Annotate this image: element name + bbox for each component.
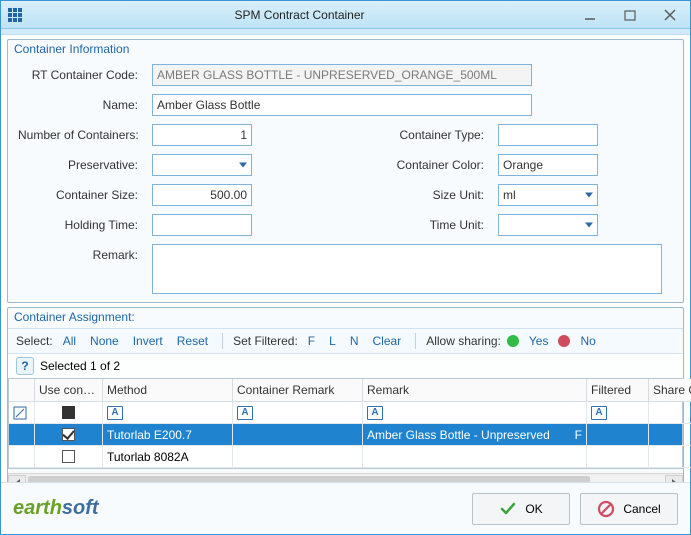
table-row[interactable]: Tutorlab E200.7 Amber Glass Bottle - Unp… [9, 424, 682, 446]
ok-label: OK [525, 502, 542, 516]
assignment-table: Use container Method Container Remark Re… [8, 378, 683, 469]
table-row[interactable]: Tutorlab 8082A N/A [9, 446, 682, 468]
cell-cremark [233, 424, 363, 446]
label-holding: Holding Time: [18, 218, 144, 232]
container-size-field[interactable] [152, 184, 252, 206]
col-cremark[interactable]: Container Remark [233, 379, 363, 402]
label-name: Name: [18, 98, 144, 112]
container-information-title: Container Information [8, 40, 683, 60]
select-all[interactable]: All [59, 334, 80, 348]
number-of-containers-field[interactable] [152, 124, 252, 146]
filter-method-chip[interactable]: A [107, 406, 123, 420]
allow-sharing-label: Allow sharing: [426, 334, 501, 348]
set-filtered-label: Set Filtered: [233, 334, 298, 348]
allow-sharing-yes[interactable]: Yes [525, 334, 553, 348]
label-size: Container Size: [18, 188, 144, 202]
holding-time-field[interactable] [152, 214, 252, 236]
label-type: Container Type: [370, 128, 490, 142]
rt-container-code-field [152, 64, 532, 86]
filter-remark-chip[interactable]: A [367, 406, 383, 420]
ok-button[interactable]: OK [472, 493, 570, 525]
cell-remark [363, 446, 587, 468]
container-assignment-panel: Container Assignment: Select: All None I… [7, 307, 684, 496]
col-filtered[interactable]: Filtered [587, 379, 649, 402]
use-checkbox[interactable] [62, 428, 75, 441]
col-use[interactable]: Use container [35, 379, 103, 402]
check-icon [499, 500, 517, 518]
label-remark: Remark: [18, 244, 144, 262]
app-icon [1, 1, 29, 29]
filter-cremark-chip[interactable]: A [237, 406, 253, 420]
title-bar: SPM Contract Container [1, 1, 690, 29]
cell-filtered [587, 446, 649, 468]
label-size-unit: Size Unit: [370, 188, 490, 202]
close-button[interactable] [650, 2, 690, 28]
allow-sharing-no[interactable]: No [576, 334, 599, 348]
container-assignment-title: Container Assignment: [8, 308, 683, 328]
container-color-field[interactable] [498, 154, 598, 176]
red-dot-icon [558, 335, 570, 347]
maximize-button[interactable] [610, 2, 650, 28]
table-filter-row: A A A A A [9, 402, 682, 424]
cancel-button[interactable]: Cancel [580, 493, 678, 525]
label-color: Container Color: [370, 158, 490, 172]
select-none[interactable]: None [86, 334, 123, 348]
select-label: Select: [16, 334, 53, 348]
minimize-button[interactable] [570, 2, 610, 28]
label-time-unit: Time Unit: [370, 218, 490, 232]
set-filtered-l[interactable]: L [325, 334, 340, 348]
selection-status: Selected 1 of 2 [40, 359, 120, 373]
label-preservative: Preservative: [18, 158, 144, 172]
footer: earthsoft OK Cancel [1, 482, 690, 534]
green-dot-icon [507, 335, 519, 347]
size-unit-select[interactable]: ml [498, 184, 598, 206]
preservative-select[interactable] [152, 154, 252, 176]
select-reset[interactable]: Reset [173, 334, 212, 348]
col-method[interactable]: Method [103, 379, 233, 402]
col-share[interactable]: Share Container [649, 379, 691, 402]
cell-cremark [233, 446, 363, 468]
filter-use-checkbox[interactable] [62, 406, 75, 419]
table-header: Use container Method Container Remark Re… [9, 379, 682, 402]
name-field[interactable] [152, 94, 532, 116]
use-checkbox[interactable] [62, 450, 75, 463]
cancel-icon [597, 500, 615, 518]
container-type-field[interactable] [498, 124, 598, 146]
filter-indicator-icon[interactable] [9, 402, 35, 424]
window-title: SPM Contract Container [29, 8, 570, 22]
set-filtered-n[interactable]: N [346, 334, 363, 348]
cell-method: Tutorlab E200.7 [103, 424, 233, 446]
container-information-panel: Container Information RT Container Code:… [7, 39, 684, 303]
help-icon[interactable]: ? [16, 357, 34, 375]
cell-filtered [587, 424, 649, 446]
cancel-label: Cancel [623, 502, 660, 516]
label-code: RT Container Code: [18, 68, 144, 82]
remark-field[interactable] [152, 244, 662, 294]
assignment-toolbar: Select: All None Invert Reset Set Filter… [8, 328, 683, 354]
filter-filtered-chip[interactable]: A [591, 406, 607, 420]
set-filtered-clear[interactable]: Clear [369, 334, 406, 348]
select-invert[interactable]: Invert [129, 334, 167, 348]
set-filtered-f[interactable]: F [304, 334, 319, 348]
earthsoft-logo: earthsoft [13, 497, 99, 520]
col-remark[interactable]: Remark [363, 379, 587, 402]
cell-remark: Amber Glass Bottle - UnpreservedF [363, 424, 587, 446]
label-num: Number of Containers: [18, 128, 144, 142]
selection-status-row: ? Selected 1 of 2 [8, 354, 683, 378]
cell-method: Tutorlab 8082A [103, 446, 233, 468]
time-unit-select[interactable] [498, 214, 598, 236]
